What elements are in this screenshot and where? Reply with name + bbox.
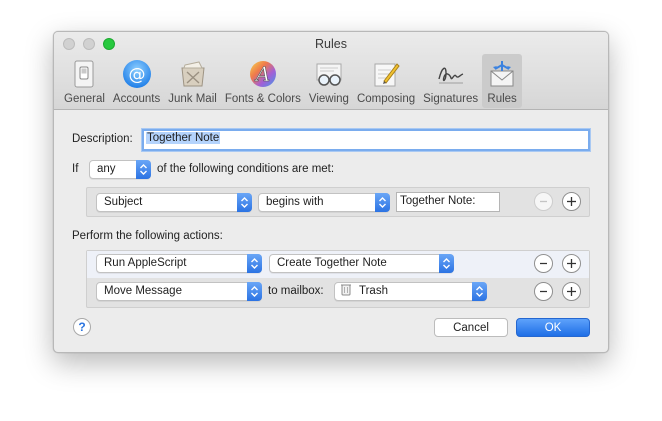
plus-icon	[567, 259, 576, 268]
toolbar-item-fonts-colors[interactable]: A Fonts & Colors	[221, 54, 305, 108]
chevron-up-down-icon	[247, 254, 262, 273]
if-label: If	[72, 163, 79, 175]
toolbar-item-accounts[interactable]: @ Accounts	[109, 54, 164, 108]
chevron-up-down-icon	[472, 282, 487, 301]
minus-icon	[540, 290, 547, 293]
action-type-value: Run AppleScript	[104, 257, 187, 269]
to-mailbox-label: to mailbox:	[268, 285, 324, 297]
toolbar-item-viewing[interactable]: Viewing	[305, 54, 353, 108]
match-any-popup[interactable]: any	[89, 160, 151, 179]
actions-label: Perform the following actions:	[72, 230, 223, 242]
chevron-up-down-icon	[247, 282, 262, 301]
chevron-up-down-icon	[375, 193, 390, 212]
action-type-popup[interactable]: Move Message	[96, 282, 262, 301]
ok-button[interactable]: OK	[516, 318, 590, 337]
trash-can-icon	[339, 282, 353, 296]
signature-icon	[435, 58, 467, 90]
add-condition-button[interactable]	[562, 192, 581, 211]
toolbar-item-label: Fonts & Colors	[224, 93, 301, 105]
condition-operator-popup[interactable]: begins with	[258, 193, 390, 212]
toolbar-item-signatures[interactable]: Signatures	[419, 54, 482, 108]
plus-icon	[567, 197, 576, 206]
mailbox-value: Trash	[359, 285, 388, 297]
preferences-toolbar: General @ Accounts Junk Mail A Fonts & C…	[60, 54, 523, 108]
add-action-button[interactable]	[562, 282, 581, 301]
help-button[interactable]: ?	[73, 318, 91, 336]
chevron-up-down-icon	[439, 254, 454, 273]
plus-icon	[567, 287, 576, 296]
chevron-up-down-icon	[136, 160, 151, 179]
add-action-button[interactable]	[562, 254, 581, 273]
condition-value: Together Note:	[400, 195, 476, 207]
toolbar-item-general[interactable]: General	[60, 54, 109, 108]
minus-icon	[540, 200, 547, 203]
toolbar-item-rules[interactable]: Rules	[482, 54, 523, 108]
toolbar-item-label: Junk Mail	[168, 93, 217, 105]
script-select-popup[interactable]: Create Together Note	[269, 254, 454, 273]
description-value: Together Note	[146, 132, 221, 144]
rules-dialog-window: Rules General @ Accounts Junk Mail A Fon…	[53, 31, 609, 353]
fonts-colors-icon: A	[247, 58, 279, 90]
remove-action-button[interactable]	[534, 282, 553, 301]
cancel-button[interactable]: Cancel	[434, 318, 508, 337]
toolbar-item-label: Viewing	[308, 93, 349, 105]
junk-mail-bin-icon	[177, 58, 209, 90]
pencil-paper-icon	[370, 58, 402, 90]
at-sign-icon: @	[121, 58, 153, 90]
condition-operator-value: begins with	[266, 196, 324, 208]
condition-field-popup[interactable]: Subject	[96, 193, 252, 212]
mailbox-select-popup[interactable]: Trash	[334, 282, 487, 301]
toolbar-item-label: Rules	[487, 93, 517, 105]
chevron-up-down-icon	[237, 193, 252, 212]
remove-condition-button[interactable]	[534, 192, 553, 211]
toolbar-item-label: General	[64, 93, 105, 105]
remove-action-button[interactable]	[534, 254, 553, 273]
toolbar-item-label: Composing	[356, 93, 416, 105]
toolbar-item-label: Accounts	[112, 93, 161, 105]
action-type-popup[interactable]: Run AppleScript	[96, 254, 262, 273]
window-title: Rules	[315, 37, 347, 51]
action-type-value: Move Message	[104, 285, 182, 297]
toolbar-item-composing[interactable]: Composing	[353, 54, 419, 108]
glasses-icon	[313, 58, 345, 90]
svg-text:A: A	[254, 62, 270, 86]
description-field[interactable]: Together Note	[142, 129, 590, 151]
condition-value-field[interactable]: Together Note:	[396, 192, 500, 212]
general-switch-icon	[68, 58, 100, 90]
rules-envelope-icon	[486, 58, 518, 90]
conditions-suffix-label: of the following conditions are met:	[157, 163, 335, 175]
condition-field-value: Subject	[104, 196, 143, 208]
toolbar-item-label: Signatures	[423, 93, 479, 105]
toolbar-item-junk-mail[interactable]: Junk Mail	[164, 54, 221, 108]
svg-text:@: @	[128, 65, 145, 85]
rule-editor: Description: Together Note If any of the…	[54, 110, 608, 352]
minus-icon	[540, 262, 547, 265]
titlebar: Rules General @ Accounts Junk Mail A Fon…	[54, 32, 608, 110]
description-label: Description:	[72, 133, 133, 145]
match-value: any	[97, 163, 116, 175]
script-value: Create Together Note	[277, 257, 387, 269]
